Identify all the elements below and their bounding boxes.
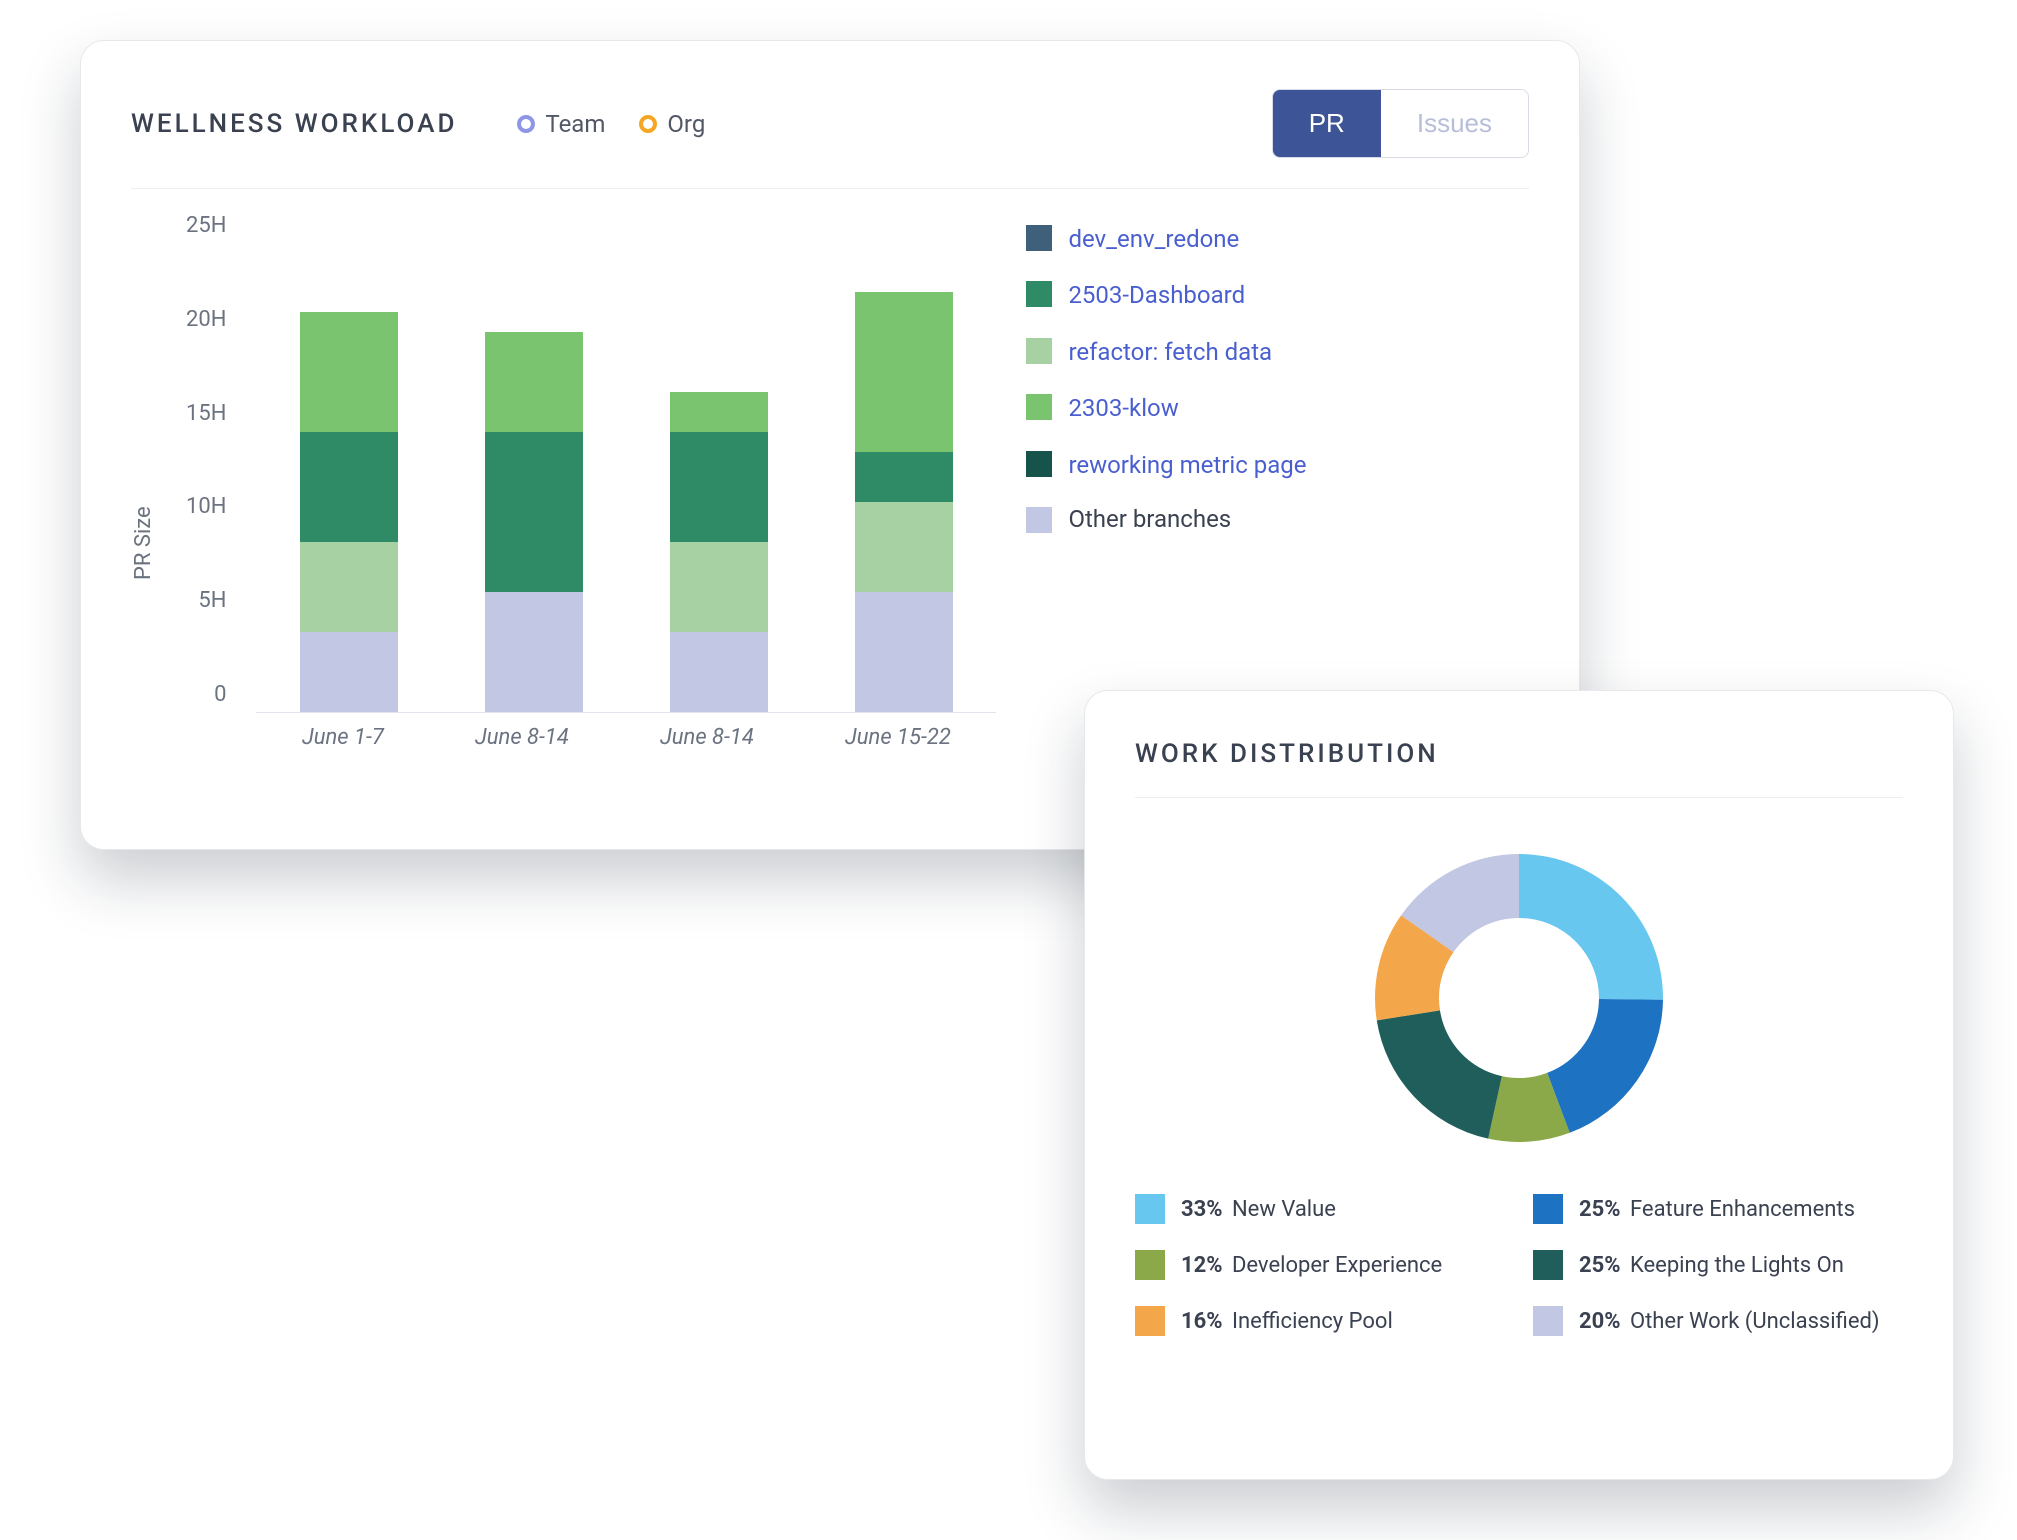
bar-plot: June 1-7 June 8-14 June 8-14 June 15-22 [256,213,996,773]
legend-item: Other branches [1026,505,1529,533]
dist-legend-label: 20% Other Work (Unclassified) [1579,1309,1880,1334]
dist-legend-item[interactable]: 25% Keeping the Lights On [1533,1250,1903,1280]
legend-label: dev_env_redone [1068,223,1239,255]
dist-legend-label: 12% Developer Experience [1181,1253,1442,1278]
scope-team[interactable]: Team [517,110,605,138]
circle-icon [517,115,535,133]
scope-legend: Team Org [517,110,705,138]
dist-legend-label: 25% Keeping the Lights On [1579,1253,1844,1278]
dist-legend-item[interactable]: 25% Feature Enhancements [1533,1194,1903,1224]
pr-issues-toggle: PR Issues [1272,89,1529,158]
scope-org-label: Org [667,110,705,138]
tab-pr[interactable]: PR [1273,90,1381,157]
dist-legend-item[interactable]: 20% Other Work (Unclassified) [1533,1306,1903,1336]
bar-segment [855,592,953,712]
bar-segment [855,292,953,452]
swatch-icon [1135,1306,1165,1336]
bar-segment [485,592,583,712]
swatch-icon [1026,225,1052,251]
dist-legend-item[interactable]: 16% Inefficiency Pool [1135,1306,1505,1336]
bar-segment [300,432,398,542]
bar[interactable] [670,392,768,712]
legend-item[interactable]: 2303-klow [1026,392,1529,424]
x-tick: June 15-22 [845,725,951,773]
legend-item[interactable]: refactor: fetch data [1026,336,1529,368]
legend-item[interactable]: dev_env_redone [1026,223,1529,255]
y-tick: 0 [186,682,226,707]
bar-segment [300,632,398,712]
tab-issues[interactable]: Issues [1381,90,1528,157]
swatch-icon [1533,1194,1563,1224]
x-tick: June 1-7 [302,725,384,773]
donut-chart [1135,838,1903,1158]
donut-slice[interactable] [1547,999,1663,1133]
bar-segment [670,432,768,542]
bar-segment [300,542,398,632]
y-axis-label: PR Size [131,213,156,813]
circle-icon [639,115,657,133]
bar-segment [300,312,398,432]
bar-segment [670,542,768,632]
y-tick: 25H [186,213,226,238]
y-axis-ticks: 25H 20H 15H 10H 5H 0 [186,213,226,713]
wellness-title: WELLNESS WORKLOAD [131,109,457,139]
swatch-icon [1026,507,1052,533]
legend-item[interactable]: reworking metric page [1026,449,1529,481]
swatch-icon [1026,338,1052,364]
bar-segment [855,502,953,592]
work-distribution-card: WORK DISTRIBUTION 33% New Value 25% Featu… [1084,690,1954,1480]
dist-legend-label: 16% Inefficiency Pool [1181,1309,1393,1334]
scope-org[interactable]: Org [639,110,705,138]
dist-legend-label: 25% Feature Enhancements [1579,1197,1855,1222]
bar-segment [670,392,768,432]
swatch-icon [1135,1194,1165,1224]
swatch-icon [1135,1250,1165,1280]
y-tick: 5H [186,588,226,613]
x-tick: June 8-14 [660,725,754,773]
bar[interactable] [855,292,953,712]
bar-segment [485,432,583,592]
legend-label: reworking metric page [1068,449,1306,481]
swatch-icon [1533,1250,1563,1280]
y-tick: 20H [186,307,226,332]
bar[interactable] [485,332,583,712]
swatch-icon [1026,394,1052,420]
dist-legend-label: 33% New Value [1181,1197,1336,1222]
donut-slice[interactable] [1519,854,1663,1000]
legend-label: refactor: fetch data [1068,336,1272,368]
donut-slice[interactable] [1377,1010,1502,1138]
x-tick: June 8-14 [475,725,569,773]
bar-segment [855,452,953,502]
y-tick: 15H [186,401,226,426]
bar[interactable] [300,312,398,712]
legend-label: 2503-Dashboard [1068,279,1245,311]
swatch-icon [1026,281,1052,307]
scope-team-label: Team [545,110,605,138]
legend-label: Other branches [1068,505,1231,533]
dist-legend-item[interactable]: 33% New Value [1135,1194,1505,1224]
dist-legend-item[interactable]: 12% Developer Experience [1135,1250,1505,1280]
legend-item[interactable]: 2503-Dashboard [1026,279,1529,311]
swatch-icon [1026,451,1052,477]
legend-label: 2303-klow [1068,392,1178,424]
wellness-header: WELLNESS WORKLOAD Team Org PR Issues [131,89,1529,189]
distribution-legend: 33% New Value 25% Feature Enhancements 12%… [1135,1194,1903,1336]
y-tick: 10H [186,494,226,519]
distribution-title: WORK DISTRIBUTION [1135,739,1903,798]
bar-segment [670,632,768,712]
swatch-icon [1533,1306,1563,1336]
bar-segment [485,332,583,432]
